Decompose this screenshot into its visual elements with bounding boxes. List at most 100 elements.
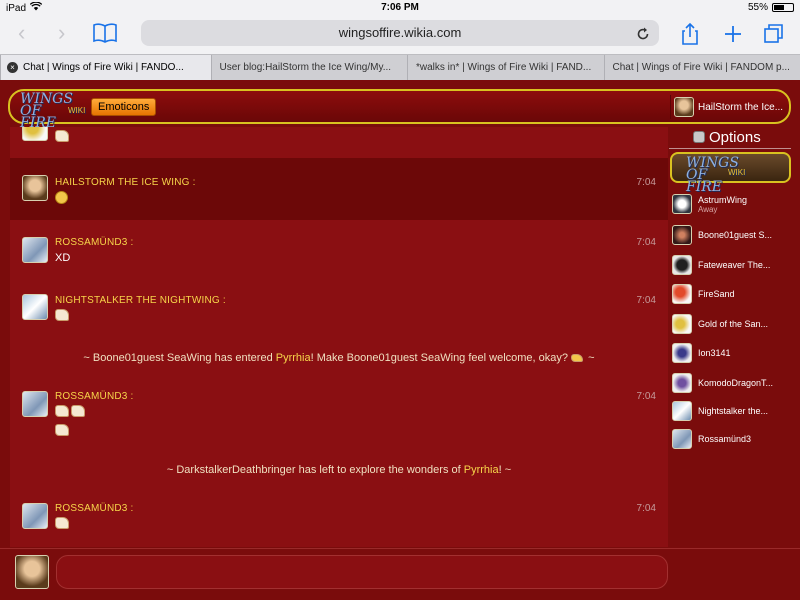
user-name: FireSand — [698, 289, 735, 299]
message-time: 7:04 — [636, 237, 656, 248]
join-notice-tail: ~ — [588, 352, 595, 364]
join-notice-text: ~ Boone01guest SeaWing has entered — [83, 352, 276, 364]
tab-walks-in[interactable]: *walks in* | Wings of Fire Wiki | FAND..… — [407, 55, 604, 80]
place-name: Pyrrhia — [463, 464, 499, 476]
user-list-item[interactable]: KomodoDragonT... — [672, 369, 790, 397]
divider — [669, 148, 791, 149]
message-input[interactable] — [56, 555, 668, 589]
message-text: XD — [55, 252, 71, 264]
tab-chat-active[interactable]: × Chat | Wings of Fire Wiki | FANDO... — [0, 55, 211, 80]
chat-header: WINGS OF FIRE WIKI Emoticons HailStorm t… — [8, 89, 791, 130]
user-name: KomodoDragonT... — [698, 378, 774, 388]
emoticons-button[interactable]: Emoticons — [91, 98, 157, 116]
user-name: Boone01guest S... — [698, 230, 773, 240]
gear-icon — [693, 131, 705, 143]
user-list-item[interactable]: Fateweaver The... — [672, 251, 790, 279]
leave-notice: ~ DarkstalkerDeathbringer has left to ex… — [10, 464, 668, 476]
user-list-sidebar: Options WINGS OF FIRE WIKI AstrumWing Aw… — [669, 127, 791, 547]
message-composer — [0, 548, 800, 600]
avatar — [672, 373, 692, 393]
chat-message: ROSSAMÜND3 : 7:04 — [10, 379, 668, 449]
options-button[interactable]: Options — [693, 127, 761, 147]
user-name: AstrumWing — [698, 194, 748, 205]
user-name: Ion3141 — [698, 348, 731, 358]
message-text — [55, 517, 71, 530]
user-name: Rossamünd3 — [698, 434, 752, 444]
message-text — [55, 130, 71, 143]
dragon-emoticon-icon — [55, 309, 69, 322]
user-list-item[interactable]: FireSand — [672, 280, 790, 308]
user-name: Gold of the San... — [698, 319, 769, 329]
current-user-name: HailStorm the Ice... — [698, 101, 784, 113]
message-time: 7:04 — [636, 391, 656, 402]
avatar — [15, 555, 49, 589]
current-user[interactable]: HailStorm the Ice... — [670, 95, 789, 119]
tab-user-blog[interactable]: User blog:HailStorm the Ice Wing/My... — [210, 55, 408, 80]
tab-chat[interactable]: Chat | Wings of Fire Wiki | FANDOM p... — [603, 55, 800, 80]
dragon-emoticon-icon — [55, 424, 69, 437]
avatar — [22, 127, 48, 141]
user-name: Nightstalker the... — [698, 406, 769, 416]
message-time: 7:04 — [636, 503, 656, 514]
message-author: ROSSAMÜND3 : — [55, 503, 134, 514]
share-icon[interactable] — [678, 22, 702, 46]
message-author: HAILSTORM THE ICE WING : — [55, 177, 196, 188]
avatar — [22, 391, 48, 417]
chat-message: ROSSAMÜND3 : 7:04 XD — [10, 220, 668, 282]
options-label: Options — [709, 128, 761, 146]
place-name: Pyrrhia — [275, 352, 311, 364]
address-bar[interactable]: wingsoffire.wikia.com — [141, 20, 659, 46]
new-tab-icon[interactable] — [721, 22, 745, 46]
avatar — [672, 401, 692, 421]
browser-toolbar: ‹ › wingsoffire.wikia.com — [0, 16, 800, 54]
user-list-item[interactable]: Gold of the San... — [672, 310, 790, 338]
smiley-emoticon-icon — [55, 191, 68, 204]
wiki-logo: WINGS OF FIRE WIKI — [686, 155, 745, 195]
message-author: ROSSAMÜND3 : — [55, 391, 134, 402]
message-text — [55, 191, 68, 204]
tab-label: User blog:HailStorm the Ice Wing/My... — [219, 62, 392, 73]
message-time: 7:04 — [636, 295, 656, 306]
tabs-overview-icon[interactable] — [762, 22, 786, 46]
leave-notice-text: ~ DarkstalkerDeathbringer has left to ex… — [166, 464, 464, 476]
reload-icon[interactable] — [635, 25, 651, 41]
user-list-item[interactable]: AstrumWing Away — [672, 190, 790, 218]
logo-text: WINGS OF FIRE — [686, 155, 739, 195]
avatar — [22, 175, 48, 201]
dragon-emoticon-icon — [55, 130, 69, 143]
battery-icon — [772, 3, 794, 12]
user-list-item[interactable]: Boone01guest S... — [672, 221, 790, 249]
avatar — [672, 314, 692, 334]
back-arrow-icon[interactable]: ‹ — [18, 20, 25, 46]
avatar — [22, 503, 48, 529]
chat-log[interactable]: HAILSTORM THE ICE WING : 7:04 ROSSAMÜND3… — [10, 127, 668, 547]
user-list-item[interactable]: Ion3141 — [672, 339, 790, 367]
close-tab-icon[interactable]: × — [7, 62, 18, 73]
url-text: wingsoffire.wikia.com — [338, 25, 462, 40]
browser-tabs: × Chat | Wings of Fire Wiki | FANDO... U… — [0, 54, 800, 80]
bookmarks-icon[interactable] — [92, 22, 118, 44]
chat-message: NIGHTSTALKER THE NIGHTWING : 7:04 — [10, 282, 668, 332]
wiki-logo[interactable]: WINGS OF FIRE WIKI — [20, 92, 85, 130]
wiki-banner[interactable]: WINGS OF FIRE WIKI — [670, 152, 791, 194]
logo-wiki-tag: WIKI — [728, 168, 746, 177]
forward-arrow-icon[interactable]: › — [58, 20, 65, 46]
tab-label: *walks in* | Wings of Fire Wiki | FAND..… — [416, 62, 592, 73]
battery-percent: 55% — [747, 2, 768, 13]
message-text — [55, 309, 71, 322]
message-time: 7:04 — [636, 177, 656, 188]
user-list-item[interactable]: Rossamünd3 — [672, 425, 790, 453]
message-text — [55, 405, 87, 418]
leave-notice-text-end: ! ~ — [498, 464, 512, 476]
chat-message: HAILSTORM THE ICE WING : 7:04 — [10, 158, 668, 220]
avatar — [672, 255, 692, 275]
chat-message: ROSSAMÜND3 : 7:04 — [10, 491, 668, 547]
user-list-item[interactable]: Nightstalker the... — [672, 397, 790, 425]
dragon-emoticon-icon — [71, 405, 85, 418]
tab-label: Chat | Wings of Fire Wiki | FANDO... — [23, 62, 184, 73]
avatar — [672, 194, 692, 214]
avatar — [672, 225, 692, 245]
avatar — [22, 237, 48, 263]
avatar — [672, 343, 692, 363]
chat-message — [10, 127, 668, 158]
